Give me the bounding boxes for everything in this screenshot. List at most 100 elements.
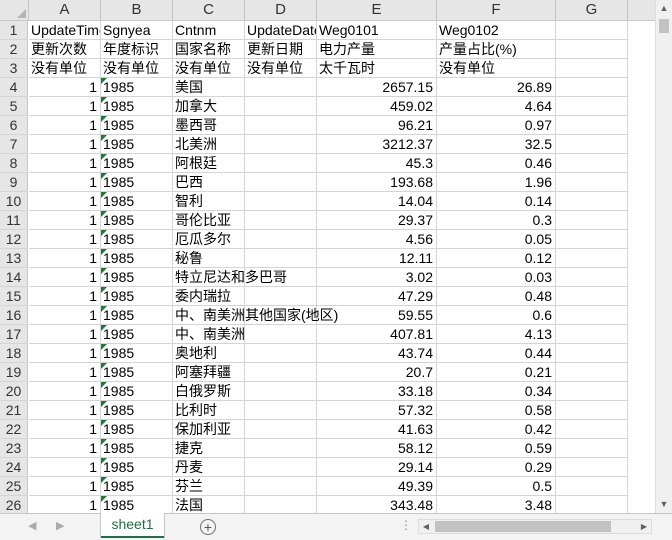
cell-b20[interactable]: 1985	[101, 382, 173, 401]
cell-e22[interactable]: 41.63	[317, 420, 437, 439]
cell-g25[interactable]	[556, 477, 628, 496]
spreadsheet-grid[interactable]: ABCDEFG 1 UpdateTime Sgnyea Cntnm UpdateDate…	[0, 0, 655, 513]
cell-e8[interactable]: 45.3	[317, 154, 437, 173]
column-header-g[interactable]: G	[556, 0, 628, 20]
cell-a22[interactable]: 1	[29, 420, 101, 439]
cell-b2[interactable]: 年度标识	[101, 40, 173, 59]
cell-d13[interactable]	[245, 249, 317, 268]
cell-f3[interactable]: 没有单位	[437, 59, 556, 78]
cell-c7[interactable]: 北美洲	[173, 135, 245, 154]
cell-f7[interactable]: 32.5	[437, 135, 556, 154]
cell-e14[interactable]: 3.02	[317, 268, 437, 287]
cell-a1[interactable]: UpdateTime	[29, 21, 101, 40]
cell-f4[interactable]: 26.89	[437, 78, 556, 97]
cell-d9[interactable]	[245, 173, 317, 192]
cell-b8[interactable]: 1985	[101, 154, 173, 173]
cell-f19[interactable]: 0.21	[437, 363, 556, 382]
cell-a11[interactable]: 1	[29, 211, 101, 230]
cell-g13[interactable]	[556, 249, 628, 268]
cell-f11[interactable]: 0.3	[437, 211, 556, 230]
cell-e19[interactable]: 20.7	[317, 363, 437, 382]
cell-a10[interactable]: 1	[29, 192, 101, 211]
cell-b9[interactable]: 1985	[101, 173, 173, 192]
cell-d5[interactable]	[245, 97, 317, 116]
cell-g20[interactable]	[556, 382, 628, 401]
cell-d20[interactable]	[245, 382, 317, 401]
cell-a21[interactable]: 1	[29, 401, 101, 420]
row-header[interactable]: 9	[0, 173, 28, 192]
vertical-scroll-thumb[interactable]	[659, 19, 669, 33]
row-header[interactable]: 16	[0, 306, 28, 325]
cell-c18[interactable]: 奥地利	[173, 344, 245, 363]
cell-b15[interactable]: 1985	[101, 287, 173, 306]
cell-c23[interactable]: 捷克	[173, 439, 245, 458]
cell-g11[interactable]	[556, 211, 628, 230]
row-header[interactable]: 6	[0, 116, 28, 135]
cell-b18[interactable]: 1985	[101, 344, 173, 363]
row-header[interactable]: 23	[0, 439, 28, 458]
cell-e13[interactable]: 12.11	[317, 249, 437, 268]
row-header[interactable]: 25	[0, 477, 28, 496]
row-header[interactable]: 3	[0, 59, 28, 78]
cell-g23[interactable]	[556, 439, 628, 458]
cell-c19[interactable]: 阿塞拜疆	[173, 363, 245, 382]
cell-d17[interactable]	[245, 325, 317, 344]
cell-e25[interactable]: 49.39	[317, 477, 437, 496]
cell-f13[interactable]: 0.12	[437, 249, 556, 268]
cell-c3[interactable]: 没有单位	[173, 59, 245, 78]
row-header[interactable]: 15	[0, 287, 28, 306]
cell-g6[interactable]	[556, 116, 628, 135]
cell-f12[interactable]: 0.05	[437, 230, 556, 249]
cell-d24[interactable]	[245, 458, 317, 477]
cell-b5[interactable]: 1985	[101, 97, 173, 116]
cell-b14[interactable]: 1985	[101, 268, 173, 287]
cell-e24[interactable]: 29.14	[317, 458, 437, 477]
cell-e17[interactable]: 407.81	[317, 325, 437, 344]
cell-b6[interactable]: 1985	[101, 116, 173, 135]
cell-b13[interactable]: 1985	[101, 249, 173, 268]
cell-g18[interactable]	[556, 344, 628, 363]
cell-c24[interactable]: 丹麦	[173, 458, 245, 477]
cell-d8[interactable]	[245, 154, 317, 173]
cell-c2[interactable]: 国家名称	[173, 40, 245, 59]
column-header-b[interactable]: B	[101, 0, 173, 20]
cell-c12[interactable]: 厄瓜多尔	[173, 230, 245, 249]
cell-g21[interactable]	[556, 401, 628, 420]
cell-b12[interactable]: 1985	[101, 230, 173, 249]
cell-e4[interactable]: 2657.15	[317, 78, 437, 97]
cell-f6[interactable]: 0.97	[437, 116, 556, 135]
cell-c15[interactable]: 委内瑞拉	[173, 287, 245, 306]
cell-d10[interactable]	[245, 192, 317, 211]
horizontal-scroll-thumb[interactable]	[435, 521, 611, 532]
row-header[interactable]: 13	[0, 249, 28, 268]
row-header[interactable]: 8	[0, 154, 28, 173]
cell-g9[interactable]	[556, 173, 628, 192]
cell-f21[interactable]: 0.58	[437, 401, 556, 420]
cell-b24[interactable]: 1985	[101, 458, 173, 477]
cell-b7[interactable]: 1985	[101, 135, 173, 154]
cell-e26[interactable]: 343.48	[317, 496, 437, 513]
scroll-left-icon[interactable]: ◀	[419, 520, 433, 533]
cell-e15[interactable]: 47.29	[317, 287, 437, 306]
cell-d26[interactable]	[245, 496, 317, 513]
cell-d22[interactable]	[245, 420, 317, 439]
row-header[interactable]: 4	[0, 78, 28, 97]
cell-a19[interactable]: 1	[29, 363, 101, 382]
cell-e3[interactable]: 太千瓦时	[317, 59, 437, 78]
cell-a7[interactable]: 1	[29, 135, 101, 154]
cell-c10[interactable]: 智利	[173, 192, 245, 211]
cell-f5[interactable]: 4.64	[437, 97, 556, 116]
row-header[interactable]: 26	[0, 496, 28, 513]
cell-f24[interactable]: 0.29	[437, 458, 556, 477]
cell-b21[interactable]: 1985	[101, 401, 173, 420]
cell-f16[interactable]: 0.6	[437, 306, 556, 325]
cell-b10[interactable]: 1985	[101, 192, 173, 211]
cell-a24[interactable]: 1	[29, 458, 101, 477]
cell-a18[interactable]: 1	[29, 344, 101, 363]
cell-g26[interactable]	[556, 496, 628, 513]
cell-f10[interactable]: 0.14	[437, 192, 556, 211]
cell-g7[interactable]	[556, 135, 628, 154]
cell-d15[interactable]	[245, 287, 317, 306]
column-header-c[interactable]: C	[173, 0, 245, 20]
cell-g5[interactable]	[556, 97, 628, 116]
